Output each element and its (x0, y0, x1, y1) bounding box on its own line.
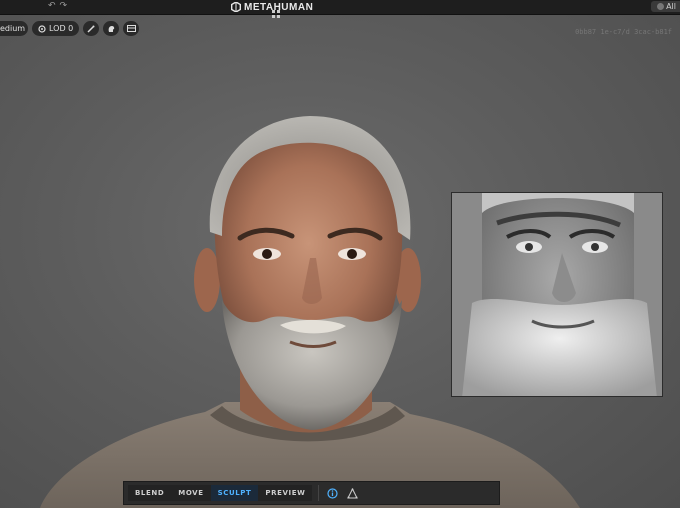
quality-label: edium (0, 24, 26, 33)
layout-icon (126, 25, 136, 32)
undo-icon[interactable]: ↶ (48, 1, 60, 11)
mode-button-sculpt[interactable]: SCULPT (210, 485, 259, 501)
reference-photo[interactable] (451, 192, 663, 397)
mode-button-preview[interactable]: PREVIEW (258, 485, 313, 501)
info-button[interactable] (325, 486, 339, 500)
settings-icon (657, 3, 665, 10)
filter-label: All (666, 2, 676, 11)
lod-label: LOD 0 (49, 24, 74, 33)
head-icon (108, 25, 115, 32)
asset-id: 0bb87 1e-c7/d 3cac-b81f (575, 28, 672, 36)
lod-dropdown[interactable]: LOD 0 (32, 21, 80, 36)
info-icon (327, 487, 338, 499)
landmarks-icon (347, 487, 358, 498)
undo-redo-group: ↶↷ (48, 1, 71, 11)
title-bar: ↶↷ METAHUMAN All (0, 0, 680, 18)
mode-button-move[interactable]: MOVE (171, 485, 211, 501)
viewport-toolbar: edium LOD 0 (0, 21, 140, 36)
head-button[interactable] (103, 21, 120, 36)
wand-button[interactable] (83, 21, 100, 36)
metahuman-logo-icon (231, 2, 241, 12)
layout-button[interactable] (123, 21, 140, 36)
wand-icon (87, 25, 95, 33)
quality-dropdown[interactable]: edium (0, 21, 28, 36)
mode-button-blend[interactable]: BLEND (128, 485, 172, 501)
lod-icon (38, 24, 46, 33)
viewport[interactable] (0, 0, 680, 508)
filter-dropdown[interactable]: All (651, 1, 680, 12)
landmarks-button[interactable] (345, 486, 359, 500)
grid-icon[interactable] (272, 10, 280, 18)
toolbar-divider (318, 485, 320, 501)
mode-toolbar: BLEND MOVE SCULPT PREVIEW (123, 481, 500, 505)
redo-icon[interactable]: ↷ (60, 1, 72, 11)
